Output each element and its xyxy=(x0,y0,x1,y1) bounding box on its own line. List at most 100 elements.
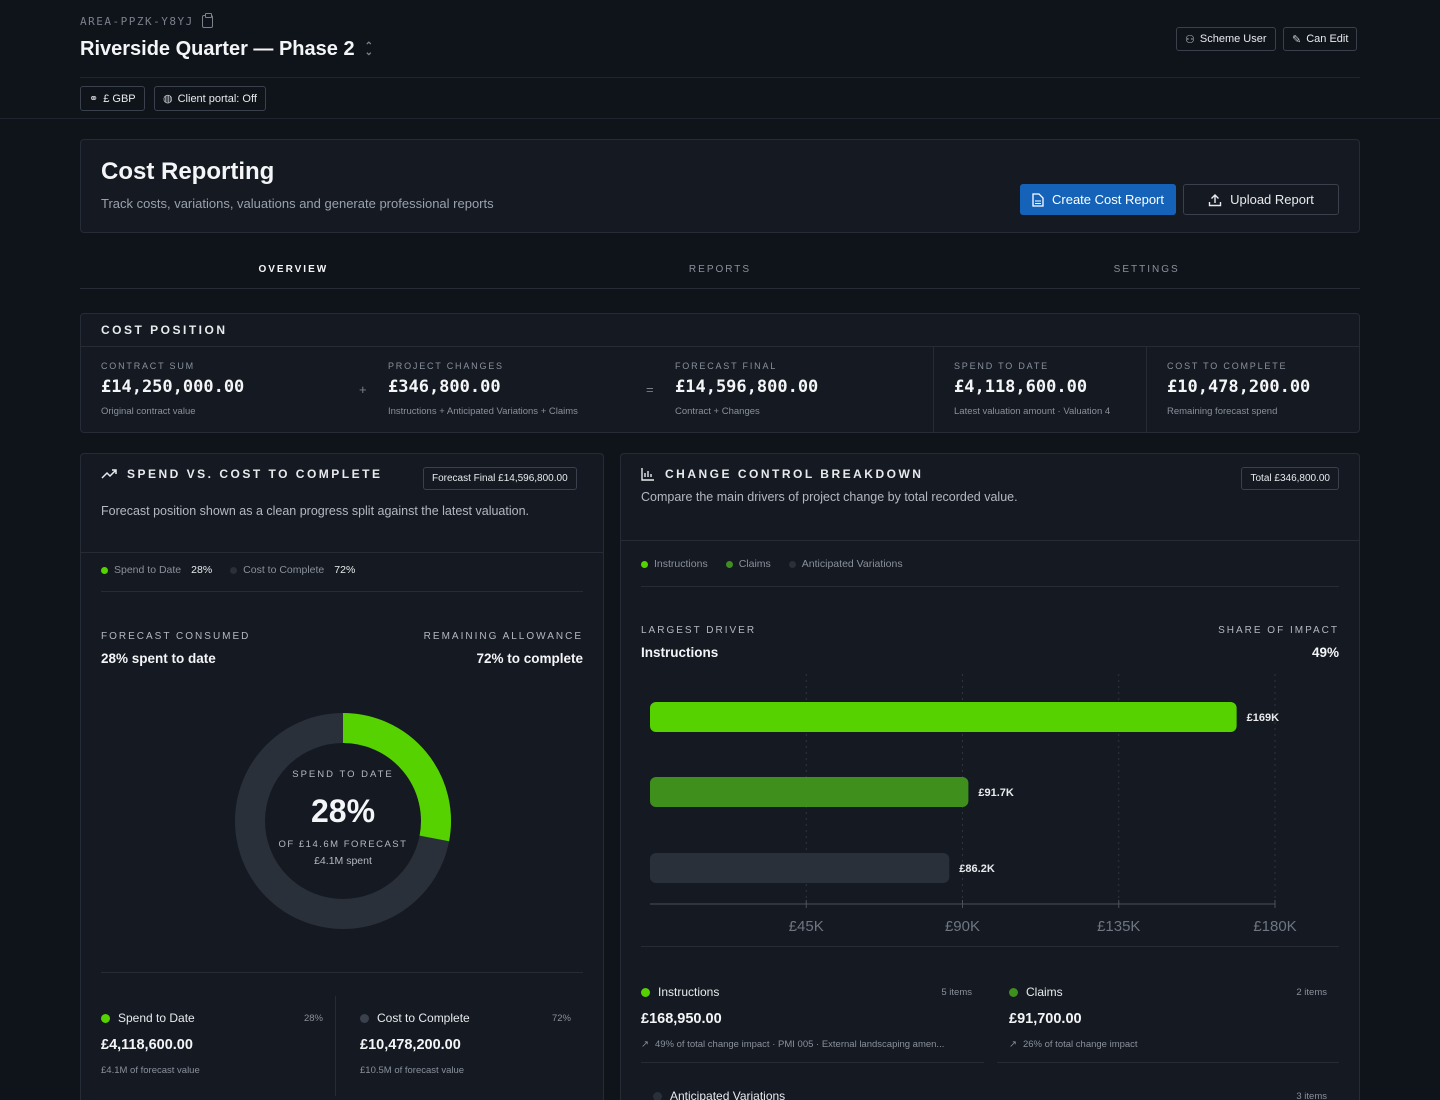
mini-title: Anticipated Variations xyxy=(653,1089,785,1100)
legend-dot xyxy=(101,566,108,574)
divider xyxy=(101,591,583,592)
status-dot xyxy=(101,1013,110,1023)
donut-top-label: SPEND TO DATE xyxy=(292,769,394,780)
project-title-text: Riverside Quarter — Phase 2 xyxy=(80,38,355,60)
legend-dot xyxy=(641,560,648,568)
x-tick-label: £90K xyxy=(945,918,980,935)
largest-driver-value: Instructions xyxy=(641,645,719,660)
status-dot xyxy=(653,1091,662,1100)
mini-title: Instructions xyxy=(641,985,719,999)
legend-value: 72% xyxy=(334,564,356,576)
can-edit-button[interactable]: ✎ Can Edit xyxy=(1283,27,1358,51)
can-edit-label: Can Edit xyxy=(1306,33,1349,45)
chevron-up-down-icon[interactable]: ⌃ ⌄ xyxy=(365,41,373,57)
link-icon: ⚭ xyxy=(89,93,99,105)
kpi-label: PROJECT CHANGES xyxy=(388,361,504,371)
scheme-user-button[interactable]: ⚇ Scheme User xyxy=(1176,27,1276,51)
kpi-note: Contract + Changes xyxy=(675,406,760,417)
kpi-label: COST TO COMPLETE xyxy=(1167,361,1288,371)
legend-value: 28% xyxy=(191,564,213,576)
currency-chip[interactable]: ⚭ £ GBP xyxy=(80,86,145,111)
forecast-consumed-value: 28% spent to date xyxy=(101,651,216,666)
mini-value: £4,118,600.00 xyxy=(101,1037,193,1053)
mini-note: £4.1M of forecast value xyxy=(101,1065,200,1076)
cost-position-card: COST POSITION CONTRACT SUM £14,250,000.0… xyxy=(80,313,1360,433)
page-title: Cost Reporting xyxy=(101,158,275,185)
equals-operator: = xyxy=(646,382,654,397)
cost-position-title: COST POSITION xyxy=(101,323,228,337)
arrow-up-right-icon: ↗ xyxy=(1009,1039,1017,1050)
change-legend: Instructions Claims Anticipated Variatio… xyxy=(641,558,903,570)
x-tick-label: £135K xyxy=(1097,918,1140,935)
mini-note: ↗ 26% of total change impact xyxy=(1009,1039,1138,1050)
kpi-note: Latest valuation amount · Valuation 4 xyxy=(954,406,1111,417)
share-of-impact-caption: SHARE OF IMPACT xyxy=(1218,625,1339,636)
legend-label: Claims xyxy=(738,558,771,570)
plus-operator: + xyxy=(359,382,367,397)
kpi-value: £14,596,800.00 xyxy=(675,377,819,397)
legend-label: Instructions xyxy=(654,558,708,570)
create-cost-report-button[interactable]: Create Cost Report xyxy=(1020,184,1176,215)
mini-value: £168,950.00 xyxy=(641,1011,722,1027)
change-panel-title-text: CHANGE CONTROL BREAKDOWN xyxy=(665,467,924,481)
mini-percent: 72% xyxy=(551,1013,571,1024)
mini-title: Cost to Complete xyxy=(360,1011,470,1025)
kpi-value: £14,250,000.00 xyxy=(101,377,245,397)
copy-icon[interactable] xyxy=(201,13,213,28)
divider xyxy=(101,972,583,973)
forecast-final-badge: Forecast Final £14,596,800.00 xyxy=(423,467,577,490)
edit-icon: ✎ xyxy=(1292,33,1302,46)
mini-note: ↗ 49% of total change impact · PMI 005 · … xyxy=(641,1039,944,1050)
donut-forecast-label: OF £14.6M FORECAST xyxy=(279,839,408,850)
mini-title-text: Spend to Date xyxy=(118,1011,195,1025)
header-divider xyxy=(80,77,1360,78)
divider xyxy=(997,1062,1339,1063)
mini-title-text: Anticipated Variations xyxy=(670,1089,786,1100)
divider xyxy=(621,540,1359,541)
kpi-value: £4,118,600.00 xyxy=(954,377,1088,397)
top-bar: AREA-PPZK-Y8YJ Riverside Quarter — Phase… xyxy=(0,0,1440,119)
arrow-up-right-icon: ↗ xyxy=(641,1039,649,1050)
mini-title-text: Claims xyxy=(1026,985,1063,999)
divider xyxy=(335,996,336,1096)
bar-data-label: £169K xyxy=(1247,712,1279,724)
mini-percent: 28% xyxy=(303,1013,323,1024)
tab-reports[interactable]: REPORTS xyxy=(507,253,934,288)
divider xyxy=(81,552,603,553)
project-title[interactable]: Riverside Quarter — Phase 2 ⌃ ⌄ xyxy=(80,38,373,61)
page-subtitle: Track costs, variations, valuations and … xyxy=(101,196,494,211)
globe-icon: ◍ xyxy=(163,93,173,105)
area-id-text: AREA-PPZK-Y8YJ xyxy=(80,15,194,28)
forecast-consumed-caption: FORECAST CONSUMED xyxy=(101,631,251,642)
kpi-cost-to-complete: COST TO COMPLETE £10,478,200.00 Remainin… xyxy=(1147,347,1359,432)
currency-label: £ GBP xyxy=(103,92,136,105)
scheme-user-label: Scheme User xyxy=(1199,33,1267,45)
mini-note: £10.5M of forecast value xyxy=(360,1065,465,1076)
mini-count: 5 items xyxy=(941,987,972,998)
client-portal-chip[interactable]: ◍ Client portal: Off xyxy=(154,86,266,111)
bar-data-label: £86.2K xyxy=(959,863,995,875)
mini-title: Spend to Date xyxy=(101,1011,195,1025)
mini-note-text: 49% of total change impact · PMI 005 · E… xyxy=(654,1039,945,1050)
legend-dot xyxy=(230,566,238,574)
tab-overview[interactable]: OVERVIEW xyxy=(80,253,507,288)
legend-dot xyxy=(788,560,796,568)
spend-panel-subtitle: Forecast position shown as a clean progr… xyxy=(101,504,530,518)
spend-donut-chart: SPEND TO DATE 28% OF £14.6M FORECAST £4.… xyxy=(235,713,451,929)
kpi-forecast-final: FORECAST FINAL £14,596,800.00 Contract +… xyxy=(655,347,933,432)
bar-instructions[interactable] xyxy=(650,702,1237,732)
status-dot xyxy=(360,1013,369,1023)
divider xyxy=(641,946,1339,947)
upload-report-button[interactable]: Upload Report xyxy=(1183,184,1339,215)
x-tick-label: £45K xyxy=(789,918,824,935)
tab-settings[interactable]: SETTINGS xyxy=(933,253,1360,288)
legend-label: Spend to Date xyxy=(114,564,182,576)
kpi-label: CONTRACT SUM xyxy=(101,361,195,371)
kpi-note: Instructions + Anticipated Variations + … xyxy=(388,406,578,417)
bar-anticipated-variations[interactable] xyxy=(650,853,950,883)
mini-title: Claims xyxy=(1009,985,1063,999)
bar-claims[interactable] xyxy=(650,777,969,807)
cost-position-header: COST POSITION xyxy=(81,314,1359,347)
change-control-panel: CHANGE CONTROL BREAKDOWN Total £346,800.… xyxy=(620,453,1360,1100)
total-change-badge: Total £346,800.00 xyxy=(1241,467,1339,490)
